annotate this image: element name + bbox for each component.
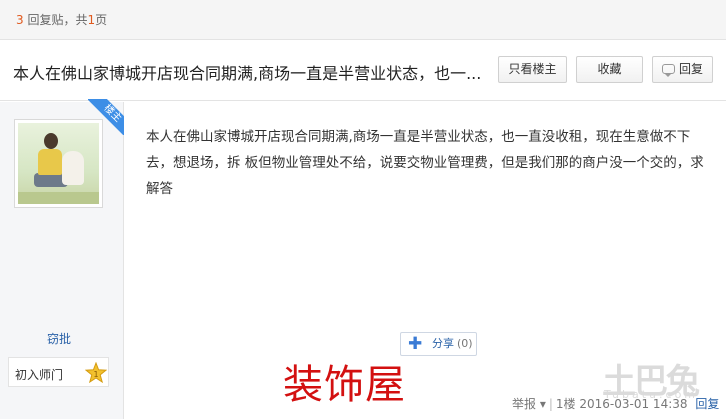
star-badge-icon: 1 (85, 362, 107, 384)
post-timestamp: 2016-03-01 14:38 (579, 397, 688, 411)
share-button[interactable]: ✚ 分享 (0) (400, 332, 477, 356)
caret-down-icon: ▾ (536, 397, 546, 411)
post-reply-link[interactable]: 回复 (695, 397, 719, 411)
reply-button-label: 回复 (678, 62, 703, 76)
comment-icon (661, 64, 675, 77)
post-content: 本人在佛山家博城开店现合同期满,商场一直是半营业状态，也一直没收租，现在生意做不… (146, 129, 704, 197)
report-link[interactable]: 举报 ▾ (512, 397, 546, 411)
only-op-button[interactable]: 只看楼主 (498, 56, 567, 83)
plus-icon: ✚ (408, 334, 423, 354)
reply-count: 3 (16, 13, 24, 27)
author-panel: 窃批 初入师门 1 (0, 102, 124, 419)
thread-header: 本人在佛山家博城开店现合同期满,商场一直是半营业状态，也一... 只看楼主 收藏… (0, 41, 726, 101)
reply-count-suffix: 回复贴，共 (27, 13, 88, 27)
collect-button[interactable]: 收藏 (576, 56, 643, 83)
thread-stats-bar: 3 回复贴，共1页 (0, 0, 726, 40)
reply-button[interactable]: 回复 (652, 56, 713, 83)
page-count: 1 (87, 13, 96, 27)
share-label: 分享 (432, 337, 454, 350)
share-count: (0) (457, 337, 473, 350)
thread-title: 本人在佛山家博城开店现合同期满,商场一直是半营业状态，也一... (13, 64, 482, 83)
rank-badge: 初入师门 1 (8, 357, 109, 387)
reply-count-text: 3 回复贴，共1页 (16, 11, 107, 28)
op-badge: 楼主 (88, 99, 124, 135)
page-count-suffix: 页 (95, 13, 108, 27)
watermark-text: 装饰屋 (283, 362, 406, 408)
author-username[interactable]: 窃批 (0, 330, 118, 347)
rank-label: 初入师门 (15, 368, 64, 382)
post-meta: 举报 ▾ | 1楼 2016-03-01 14:38 回复 (512, 397, 720, 411)
avatar-image (18, 123, 99, 204)
op-badge-label: 楼主 (88, 99, 124, 135)
floor-number: 1楼 (555, 397, 576, 411)
rank-level: 1 (93, 370, 98, 379)
